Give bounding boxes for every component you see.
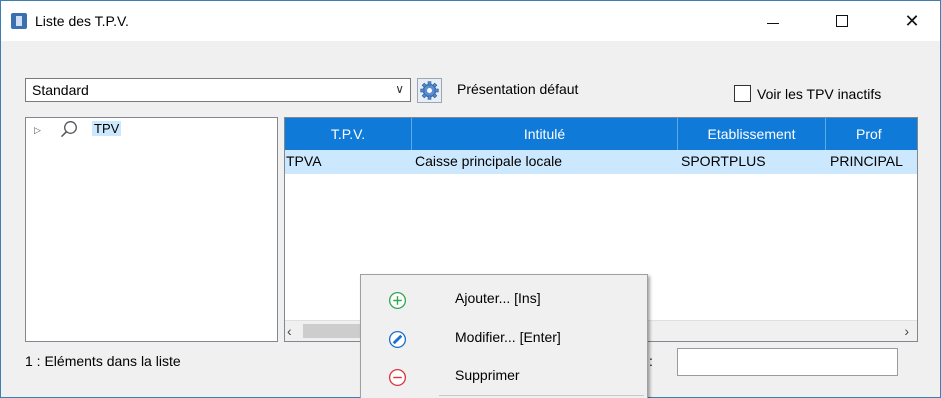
close-icon: ✕	[904, 10, 920, 31]
tree-item-tpv[interactable]: TPV	[92, 121, 122, 136]
column-header-profil[interactable]: Prof	[826, 118, 917, 150]
column-header-etablissement[interactable]: Etablissement	[678, 118, 826, 150]
app-icon	[11, 13, 27, 29]
close-button[interactable]: ✕	[889, 1, 935, 41]
tpv-tree: ▷ TPV	[25, 117, 278, 342]
menu-item-edit-label: Modifier... [Enter]	[455, 329, 561, 345]
search-icon	[60, 121, 77, 138]
cell-profil: PRINCIPAL	[830, 153, 903, 169]
context-menu: Ajouter... [Ins] Modifier... [Enter] Sup…	[360, 274, 648, 398]
scroll-right-icon[interactable]: ›	[904, 323, 909, 339]
cell-tpv: TPVA	[286, 153, 322, 169]
menu-item-delete[interactable]: Supprimer	[361, 360, 647, 390]
presentation-default-label[interactable]: Présentation défaut	[457, 81, 578, 97]
chevron-down-icon: ∨	[395, 82, 404, 96]
cell-etablissement: SPORTPLUS	[681, 153, 766, 169]
menu-separator	[439, 395, 644, 396]
menu-item-add[interactable]: Ajouter... [Ins]	[361, 283, 647, 313]
inactive-tpv-checkbox[interactable]	[734, 85, 751, 102]
menu-item-delete-label: Supprimer	[455, 367, 520, 383]
window-title: Liste des T.P.V.	[35, 13, 129, 29]
title-bar: Liste des T.P.V. ✕	[1, 1, 940, 41]
tpv-list-window: Liste des T.P.V. ✕ Standard ∨ Présentati…	[0, 0, 941, 398]
grid-header: T.P.V. Intitulé Etablissement Prof	[285, 118, 917, 150]
presentation-select-value: Standard	[32, 82, 89, 98]
inactive-tpv-label[interactable]: Voir les TPV inactifs	[757, 86, 881, 102]
maximize-icon	[836, 15, 848, 27]
scroll-left-icon[interactable]: ‹	[287, 323, 292, 339]
menu-item-edit[interactable]: Modifier... [Enter]	[361, 322, 647, 352]
edit-icon	[388, 330, 407, 349]
item-count-label: 1 : Eléments dans la liste	[25, 353, 181, 369]
presentation-settings-button[interactable]	[417, 78, 442, 103]
maximize-button[interactable]	[819, 1, 865, 41]
cell-intitule: Caisse principale locale	[415, 153, 563, 169]
remove-circle-icon	[388, 368, 407, 387]
menu-item-add-label: Ajouter... [Ins]	[455, 290, 541, 306]
minimize-button[interactable]	[750, 1, 796, 41]
gear-icon	[420, 81, 439, 100]
column-header-tpv[interactable]: T.P.V.	[285, 118, 412, 150]
column-header-intitule[interactable]: Intitulé	[412, 118, 678, 150]
minimize-icon	[767, 22, 779, 24]
expand-arrow-icon[interactable]: ▷	[34, 125, 41, 136]
add-circle-icon	[388, 291, 407, 310]
presentation-select[interactable]: Standard ∨	[25, 78, 411, 102]
field-colon: :	[649, 353, 653, 369]
table-row[interactable]: TPVA Caisse principale locale SPORTPLUS …	[285, 150, 917, 174]
status-field[interactable]	[677, 348, 898, 376]
